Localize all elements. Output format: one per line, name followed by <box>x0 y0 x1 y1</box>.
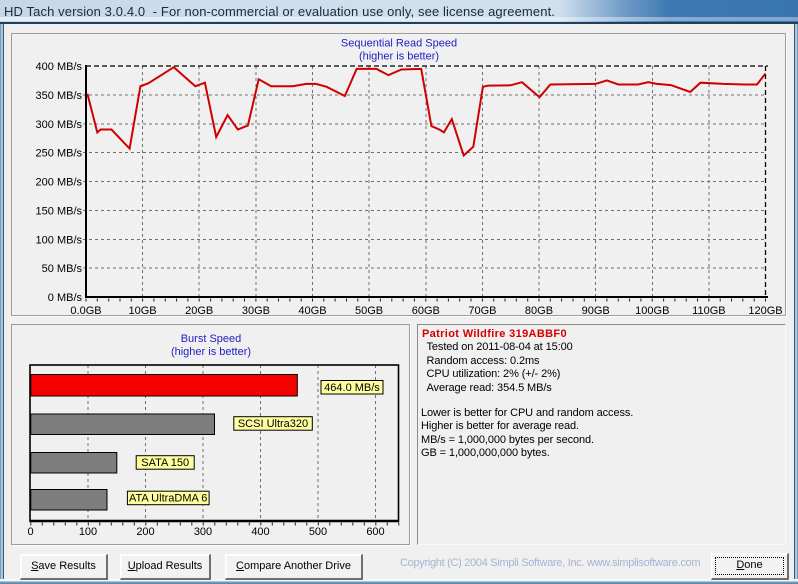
svg-text:250 MB/s: 250 MB/s <box>36 148 83 160</box>
svg-text:120GB: 120GB <box>748 305 782 315</box>
svg-text:Burst Speed: Burst Speed <box>181 333 242 345</box>
svg-text:30GB: 30GB <box>242 305 270 315</box>
svg-text:464.0 MB/s: 464.0 MB/s <box>324 382 380 394</box>
svg-text:10GB: 10GB <box>129 305 157 315</box>
svg-text:20GB: 20GB <box>185 305 213 315</box>
svg-text:400: 400 <box>251 526 269 538</box>
svg-text:60GB: 60GB <box>412 305 440 315</box>
svg-text:600: 600 <box>366 526 384 538</box>
svg-text:0 MB/s: 0 MB/s <box>48 292 83 304</box>
svg-text:SATA 150: SATA 150 <box>141 457 189 469</box>
svg-text:150 MB/s: 150 MB/s <box>36 205 83 217</box>
svg-text:100GB: 100GB <box>635 305 669 315</box>
svg-text:0: 0 <box>27 526 33 538</box>
svg-text:40GB: 40GB <box>298 305 326 315</box>
svg-text:300 MB/s: 300 MB/s <box>36 119 83 131</box>
svg-text:500: 500 <box>309 526 327 538</box>
svg-text:90GB: 90GB <box>582 305 610 315</box>
svg-text:70GB: 70GB <box>468 305 496 315</box>
svg-text:300: 300 <box>194 526 212 538</box>
svg-text:ATA UltraDMA 6: ATA UltraDMA 6 <box>129 493 207 505</box>
svg-text:110GB: 110GB <box>692 305 725 315</box>
svg-text:50GB: 50GB <box>355 305 383 315</box>
svg-text:80GB: 80GB <box>525 305 553 315</box>
svg-text:Sequential Read Speed: Sequential Read Speed <box>341 38 457 50</box>
svg-text:SCSI Ultra320: SCSI Ultra320 <box>238 418 308 430</box>
svg-text:400 MB/s: 400 MB/s <box>36 61 83 73</box>
svg-text:100 MB/s: 100 MB/s <box>36 234 83 246</box>
svg-text:350 MB/s: 350 MB/s <box>36 90 83 102</box>
svg-text:200: 200 <box>136 526 154 538</box>
svg-text:200 MB/s: 200 MB/s <box>36 177 83 189</box>
svg-text:50 MB/s: 50 MB/s <box>42 263 83 275</box>
svg-text:(higher is better): (higher is better) <box>171 346 251 358</box>
svg-text:100: 100 <box>79 526 97 538</box>
svg-text:(higher is better): (higher is better) <box>359 51 439 63</box>
svg-text:0.0GB: 0.0GB <box>70 305 101 315</box>
